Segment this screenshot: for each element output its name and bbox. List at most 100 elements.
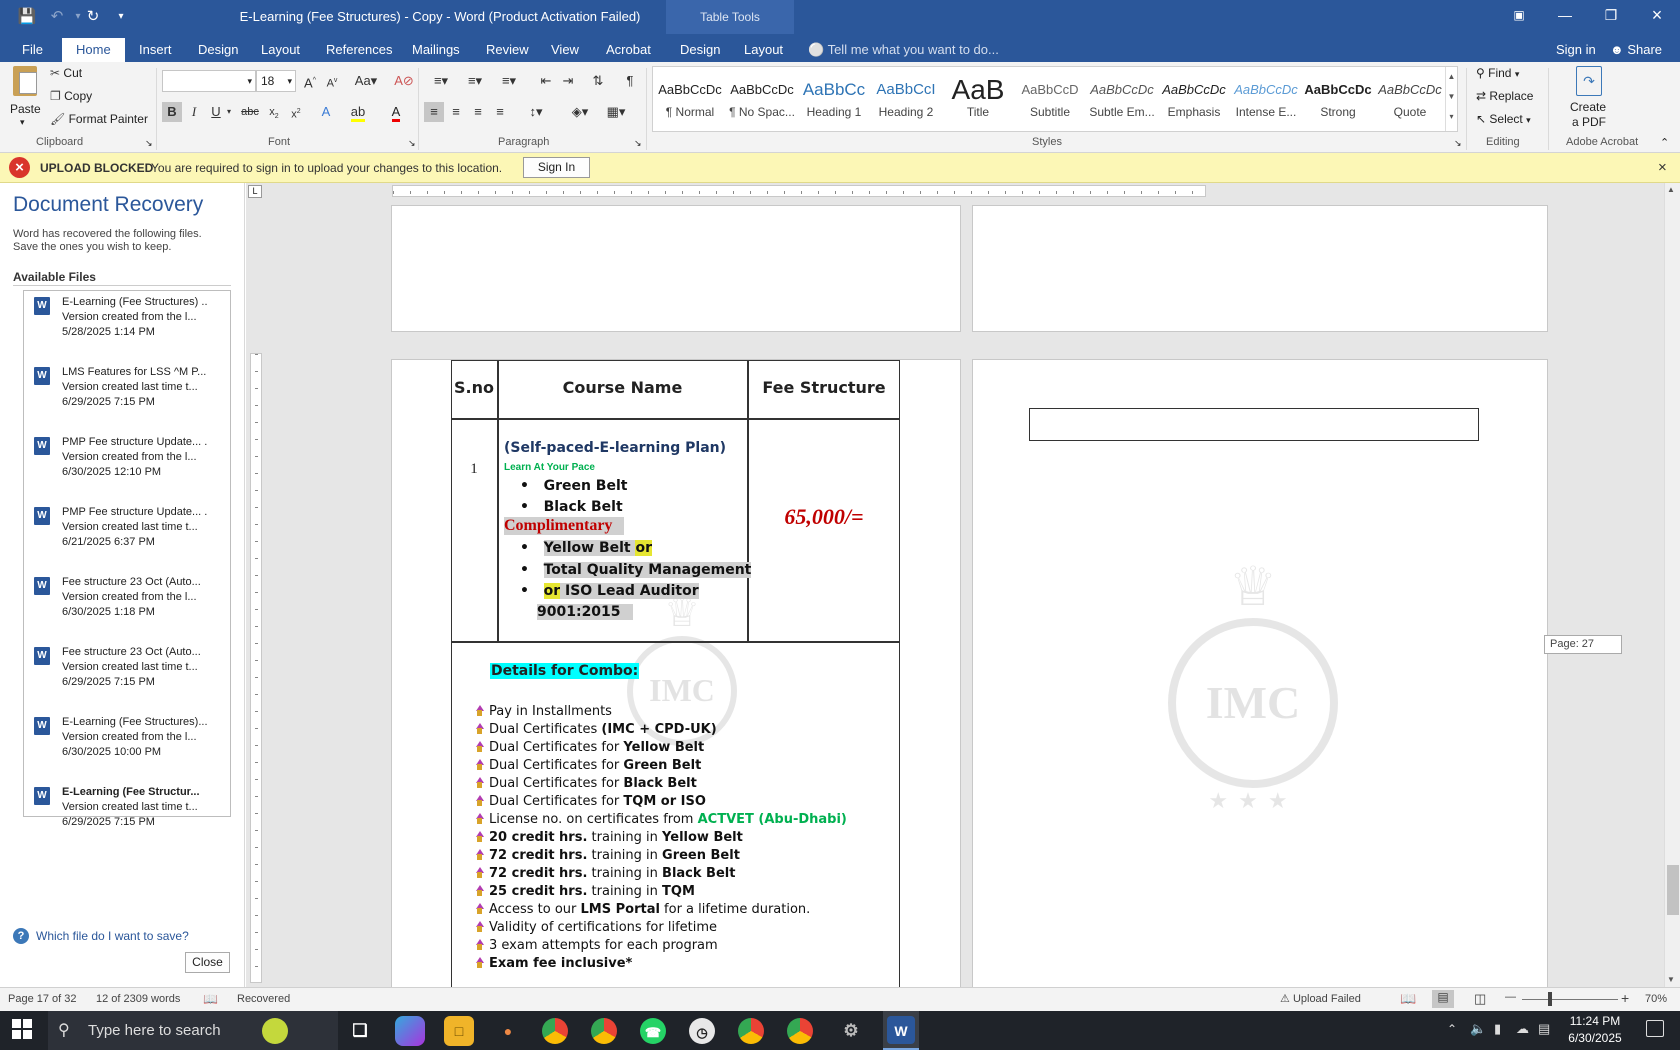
- close-message-icon[interactable]: ×: [1658, 159, 1667, 176]
- settings-gear-icon[interactable]: ⚙: [836, 1016, 866, 1046]
- align-right-button[interactable]: ≡: [468, 102, 488, 122]
- create-pdf-line2[interactable]: a PDF: [1572, 115, 1606, 129]
- underline-button[interactable]: U: [206, 102, 226, 122]
- recovery-file-item[interactable]: W E-Learning (Fee Structures)... Version c…: [24, 711, 230, 781]
- page-count[interactable]: Page 17 of 32: [8, 993, 77, 1005]
- cut-button[interactable]: ✂ Cut: [50, 66, 82, 80]
- redo-icon[interactable]: ↻: [82, 6, 104, 28]
- select-button[interactable]: ↖ Select ▾: [1476, 112, 1531, 126]
- tab-layout[interactable]: Layout: [259, 38, 302, 62]
- tab-selector[interactable]: L: [248, 185, 262, 198]
- upload-failed-status[interactable]: ⚠ Upload Failed: [1280, 992, 1361, 1005]
- italic-button[interactable]: I: [184, 102, 204, 122]
- notifications-icon[interactable]: [1646, 1020, 1664, 1037]
- create-pdf-icon[interactable]: ↷: [1576, 66, 1602, 96]
- customize-qat-icon[interactable]: ▾: [110, 6, 132, 28]
- taskbar-time[interactable]: 11:24 PM: [1560, 1014, 1630, 1028]
- sign-in-button[interactable]: Sign In: [523, 157, 590, 178]
- zoom-thumb[interactable]: [1548, 992, 1552, 1006]
- replace-button[interactable]: ⇄ Replace: [1476, 89, 1533, 103]
- copy-button[interactable]: ❐ Copy: [50, 89, 92, 103]
- change-case-icon[interactable]: Aa▾: [352, 71, 380, 91]
- tell-me-box[interactable]: ⚪ Tell me what you want to do...: [806, 38, 1001, 62]
- style-strong[interactable]: AaBbCcDc Strong: [1303, 73, 1373, 129]
- minimize-button[interactable]: —: [1542, 0, 1588, 30]
- recovery-file-item[interactable]: W E-Learning (Fee Structures) .. Version c…: [24, 291, 230, 361]
- tab-design[interactable]: Design: [196, 38, 240, 62]
- scroll-thumb[interactable]: [1667, 865, 1679, 915]
- battery-icon[interactable]: ▮: [1494, 1021, 1501, 1037]
- justify-button[interactable]: ≡: [490, 102, 510, 122]
- show-marks-icon[interactable]: ¶: [620, 71, 640, 91]
- print-layout-icon[interactable]: ▤: [1432, 990, 1454, 1008]
- tab-table-layout[interactable]: Layout: [742, 38, 785, 62]
- tab-references[interactable]: References: [324, 38, 394, 62]
- multilevel-list-icon[interactable]: ≡▾: [496, 71, 522, 91]
- undo-icon[interactable]: ↶: [46, 6, 68, 28]
- style-intense-emphasis[interactable]: AaBbCcDc Intense E...: [1231, 73, 1301, 129]
- decrease-indent-icon[interactable]: ⇤: [536, 71, 556, 91]
- recovery-file-item[interactable]: W Fee structure 23 Oct (Auto... Version cr…: [24, 571, 230, 641]
- zoom-slider[interactable]: [1522, 999, 1618, 1000]
- create-pdf-line1[interactable]: Create: [1570, 100, 1606, 114]
- style-heading-1[interactable]: AaBbCc Heading 1: [799, 73, 869, 129]
- tray-chevron-up-icon[interactable]: ⌃: [1447, 1022, 1457, 1036]
- line-spacing-icon[interactable]: ↕▾: [522, 102, 550, 122]
- paste-button[interactable]: Paste: [10, 102, 41, 116]
- word-count[interactable]: 12 of 2309 words: [96, 993, 180, 1005]
- scroll-down-icon[interactable]: ▼: [1667, 975, 1675, 984]
- close-pane-button[interactable]: Close: [185, 952, 230, 973]
- style-subtitle[interactable]: AaBbCcD Subtitle: [1015, 73, 1085, 129]
- paragraph-launcher-icon[interactable]: ↘: [634, 138, 642, 149]
- chrome-icon[interactable]: [542, 1018, 568, 1044]
- vertical-ruler[interactable]: [250, 353, 262, 983]
- zoom-level[interactable]: 70%: [1645, 993, 1667, 1005]
- sort-icon[interactable]: ⇅: [588, 71, 608, 91]
- align-center-button[interactable]: ≡: [446, 102, 466, 122]
- shading-icon[interactable]: ◈▾: [566, 102, 594, 122]
- recovery-file-item[interactable]: W Fee structure 23 Oct (Auto... Version cr…: [24, 641, 230, 711]
- which-file-help-link[interactable]: Which file do I want to save?: [36, 929, 189, 943]
- borders-icon[interactable]: ▦▾: [602, 102, 630, 122]
- cloud-sync-icon[interactable]: ☁: [1516, 1021, 1529, 1037]
- styles-scroll[interactable]: ▲ ▼ ▾: [1445, 67, 1457, 131]
- paste-dropdown-icon[interactable]: ▾: [20, 117, 25, 128]
- tab-insert[interactable]: Insert: [137, 38, 174, 62]
- clock-app-icon[interactable]: ◷: [689, 1018, 715, 1044]
- text-effects-icon[interactable]: A: [316, 102, 336, 122]
- tab-table-design[interactable]: Design: [678, 38, 722, 62]
- subscript-button[interactable]: x2: [264, 102, 284, 122]
- chrome-icon[interactable]: [591, 1018, 617, 1044]
- ruler-track[interactable]: [392, 185, 1206, 197]
- font-launcher-icon[interactable]: ↘: [408, 138, 416, 149]
- style-quote[interactable]: AaBbCcDc Quote: [1375, 73, 1445, 129]
- bullets-icon[interactable]: ≡▾: [428, 71, 454, 91]
- font-size-combo[interactable]: 18 ▾: [256, 70, 296, 92]
- clipboard-launcher-icon[interactable]: ↘: [145, 138, 153, 149]
- zoom-in-icon[interactable]: +: [1621, 990, 1629, 1006]
- style-normal[interactable]: AaBbCcDc ¶ Normal: [655, 73, 725, 129]
- task-view-icon[interactable]: ❏: [345, 1016, 375, 1046]
- recovery-file-item[interactable]: W LMS Features for LSS ^M P... Version cre…: [24, 361, 230, 431]
- close-window-button[interactable]: ×: [1634, 0, 1680, 30]
- clear-formatting-icon[interactable]: A⊘: [394, 71, 414, 91]
- recovery-file-item[interactable]: W E-Learning (Fee Structur... Version crea…: [24, 781, 230, 851]
- text-box[interactable]: [1029, 408, 1479, 441]
- tab-review[interactable]: Review: [484, 38, 531, 62]
- tab-file[interactable]: File: [20, 38, 45, 62]
- highlight-icon[interactable]: ab: [348, 102, 368, 122]
- strikethrough-button[interactable]: abc: [240, 102, 260, 122]
- font-color-icon[interactable]: A: [386, 102, 406, 122]
- ribbon-display-icon[interactable]: ▣: [1496, 0, 1542, 30]
- sign-in-link[interactable]: Sign in: [1554, 38, 1598, 62]
- recovery-file-item[interactable]: W PMP Fee structure Update... . Version cr…: [24, 501, 230, 571]
- volume-muted-icon[interactable]: 🔈: [1470, 1021, 1486, 1037]
- find-button[interactable]: ⚲ Find ▾: [1476, 66, 1519, 80]
- share-button[interactable]: ☻ Share: [1608, 38, 1664, 62]
- restore-button[interactable]: ❐: [1588, 0, 1634, 30]
- tab-mailings[interactable]: Mailings: [410, 38, 462, 62]
- style-emphasis[interactable]: AaBbCcDc Emphasis: [1159, 73, 1229, 129]
- taskbar-date[interactable]: 6/30/2025: [1560, 1031, 1630, 1045]
- shrink-font-icon[interactable]: Av: [322, 71, 342, 91]
- copilot-icon[interactable]: [395, 1016, 425, 1046]
